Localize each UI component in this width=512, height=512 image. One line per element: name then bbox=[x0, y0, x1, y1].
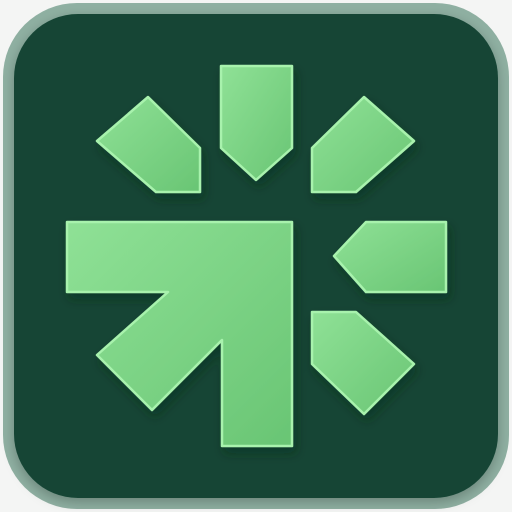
cursor-click-burst-icon bbox=[3, 3, 509, 509]
icon-canvas bbox=[0, 0, 512, 512]
app-icon bbox=[0, 0, 512, 512]
